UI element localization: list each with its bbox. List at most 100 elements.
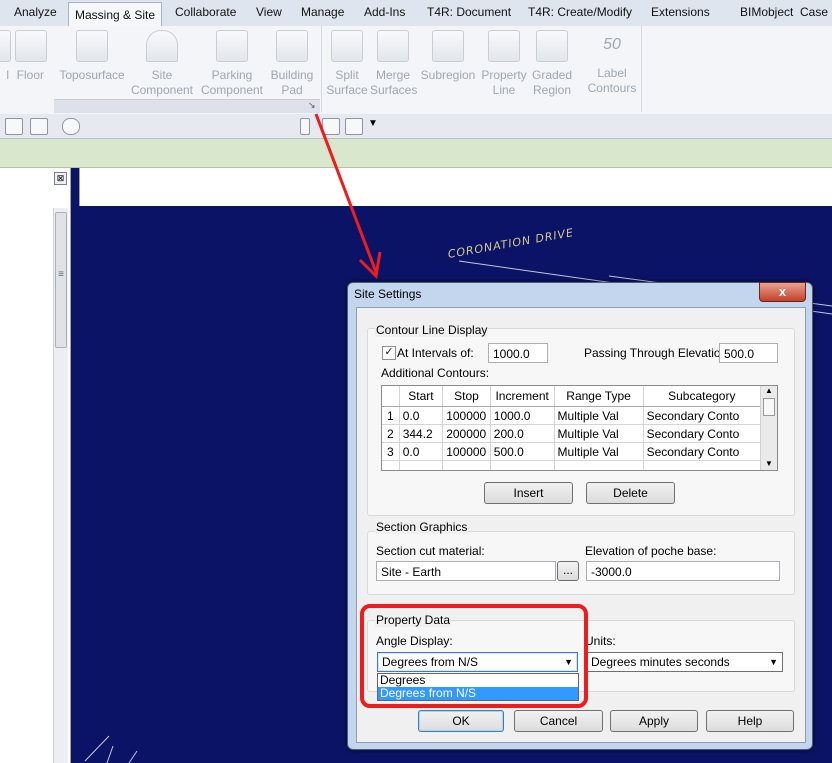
- floor-icon: [15, 30, 47, 62]
- row-number: 2: [382, 424, 400, 443]
- dialog-launcher-icon[interactable]: ↘: [308, 101, 317, 110]
- dialog-close-button[interactable]: x: [759, 282, 806, 302]
- table-cell[interactable]: 200.0: [490, 424, 555, 443]
- table-cell[interactable]: 200000: [442, 424, 491, 443]
- tab-massing-site[interactable]: Massing & Site: [68, 2, 163, 27]
- table-cell[interactable]: 500.0: [490, 442, 555, 461]
- units-value: Degrees minutes seconds: [591, 655, 730, 669]
- annotation-arrow: [314, 113, 382, 280]
- units-label: Units:: [585, 634, 616, 648]
- section-cut-material-label: Section cut material:: [376, 544, 485, 558]
- view-canvas-margin: [79, 168, 832, 206]
- options-bar: [0, 139, 832, 168]
- ok-button[interactable]: OK: [418, 710, 504, 732]
- tab-collaborate[interactable]: Collaborate: [175, 5, 236, 19]
- column-header[interactable]: Subcategory: [643, 386, 762, 407]
- quick-access-toolbar: ▼: [0, 114, 832, 139]
- scrollbar-thumb[interactable]: ≡: [55, 212, 67, 348]
- column-header[interactable]: Stop: [442, 386, 491, 407]
- annotation-highlight-box: [360, 604, 588, 708]
- toposurface-button[interactable]: Toposurface: [54, 26, 130, 83]
- interval-input[interactable]: 1000.0: [488, 343, 548, 363]
- tab-view[interactable]: View: [256, 5, 282, 19]
- table-cell[interactable]: 1000.0: [490, 406, 555, 425]
- additional-contours-label: Additional Contours:: [381, 366, 490, 380]
- at-intervals-checkbox[interactable]: ✓: [382, 346, 396, 360]
- table-cell[interactable]: 100000: [442, 442, 491, 461]
- table-cell[interactable]: 0.0: [399, 442, 444, 461]
- ribbon-tab-bar: Analyze Massing & Site Collaborate View …: [0, 0, 832, 27]
- toposurface-icon: [76, 30, 108, 62]
- scrollbar-thumb[interactable]: [763, 398, 775, 416]
- column-header[interactable]: Start: [399, 386, 444, 407]
- close-icon[interactable]: ⊠: [54, 172, 67, 185]
- split-surface-icon: [331, 30, 363, 62]
- units-select[interactable]: Degrees minutes seconds ▼: [586, 652, 783, 672]
- browse-material-button[interactable]: ...: [557, 561, 579, 581]
- tab-t4r-create-modify[interactable]: T4R: Create/Modify: [528, 5, 632, 19]
- apply-button[interactable]: Apply: [610, 710, 698, 732]
- tab-case-d[interactable]: Case D: [800, 5, 832, 19]
- column-header[interactable]: Range Type: [554, 386, 644, 407]
- table-cell[interactable]: Secondary Conto: [643, 442, 762, 461]
- at-intervals-label: At Intervals of:: [397, 346, 474, 360]
- tab-analyze[interactable]: Analyze: [14, 5, 57, 19]
- graded-region-button[interactable]: Graded Region: [528, 26, 576, 98]
- building-pad-button[interactable]: Building Pad: [267, 26, 317, 98]
- graded-region-icon: [536, 30, 568, 62]
- table-row[interactable]: 2 344.2 200000 200.0 Multiple Val Second…: [382, 424, 762, 443]
- poche-base-input[interactable]: -3000.0: [586, 561, 780, 581]
- table-cell[interactable]: Multiple Val: [554, 406, 644, 425]
- column-header[interactable]: Increment: [490, 386, 555, 407]
- table-cell[interactable]: 0.0: [399, 406, 444, 425]
- modify-site-panel: Split Surface Merge Surfaces Subregion P…: [321, 26, 642, 112]
- chevron-down-icon: ▼: [769, 657, 778, 667]
- table-cell[interactable]: Multiple Val: [554, 424, 644, 443]
- row-number: 3: [382, 442, 400, 461]
- scroll-down-icon[interactable]: ▼: [761, 459, 777, 468]
- tab-extensions[interactable]: Extensions: [651, 5, 710, 19]
- table-cell[interactable]: Secondary Conto: [643, 424, 762, 443]
- property-line-icon: [488, 30, 520, 62]
- contour-group-label: Contour Line Display: [375, 323, 489, 337]
- delete-button[interactable]: Delete: [586, 482, 675, 504]
- property-line-button[interactable]: Property Line: [479, 26, 529, 98]
- table-scrollbar[interactable]: ▲ ▼: [760, 386, 777, 470]
- table-cell[interactable]: 100000: [442, 406, 491, 425]
- disable-icon[interactable]: [62, 118, 80, 135]
- table-cell[interactable]: Secondary Conto: [643, 406, 762, 425]
- cancel-button[interactable]: Cancel: [514, 710, 603, 732]
- poche-base-label: Elevation of poche base:: [585, 544, 717, 558]
- subregion-button[interactable]: Subregion: [418, 26, 478, 83]
- table-row[interactable]: 3 0.0 100000 500.0 Multiple Val Secondar…: [382, 442, 762, 461]
- insert-button[interactable]: Insert: [484, 482, 573, 504]
- table-row[interactable]: 1 0.0 100000 1000.0 Multiple Val Seconda…: [382, 406, 762, 425]
- display-icon[interactable]: [30, 118, 48, 135]
- grip-icon: ≡: [58, 269, 64, 280]
- tab-bimobject[interactable]: BIMobject: [740, 5, 793, 19]
- section-cut-material-input[interactable]: Site - Earth: [376, 561, 556, 581]
- building-pad-icon: [276, 30, 308, 62]
- split-surface-button[interactable]: Split Surface: [323, 26, 371, 98]
- help-button[interactable]: Help: [706, 710, 794, 732]
- panel-title-strip: [54, 99, 320, 113]
- scroll-up-icon[interactable]: ▲: [761, 386, 777, 398]
- contours-table[interactable]: Start Stop Increment Range Type Subcateg…: [382, 386, 762, 470]
- parking-icon: [216, 30, 248, 62]
- table-cell[interactable]: Multiple Val: [554, 442, 644, 461]
- site-component-button[interactable]: Site Component: [130, 26, 194, 98]
- row-number: 1: [382, 406, 400, 425]
- table-cell[interactable]: 344.2: [399, 424, 444, 443]
- column-header: [382, 386, 400, 407]
- label-contours-button[interactable]: 50 Label Contours: [584, 26, 640, 96]
- tab-manage[interactable]: Manage: [301, 5, 344, 19]
- view-control-icon[interactable]: [5, 118, 23, 135]
- tree-icon: [146, 30, 178, 62]
- tab-t4r-document[interactable]: T4R: Document: [427, 5, 511, 19]
- passing-elevation-label: Passing Through Elevation:: [584, 346, 731, 360]
- passing-elevation-input[interactable]: 500.0: [719, 343, 778, 363]
- merge-surfaces-button[interactable]: Merge Surfaces: [370, 26, 417, 98]
- merge-surfaces-icon: [377, 30, 409, 62]
- parking-component-button[interactable]: Parking Component: [198, 26, 266, 98]
- tab-add-ins[interactable]: Add-Ins: [364, 5, 405, 19]
